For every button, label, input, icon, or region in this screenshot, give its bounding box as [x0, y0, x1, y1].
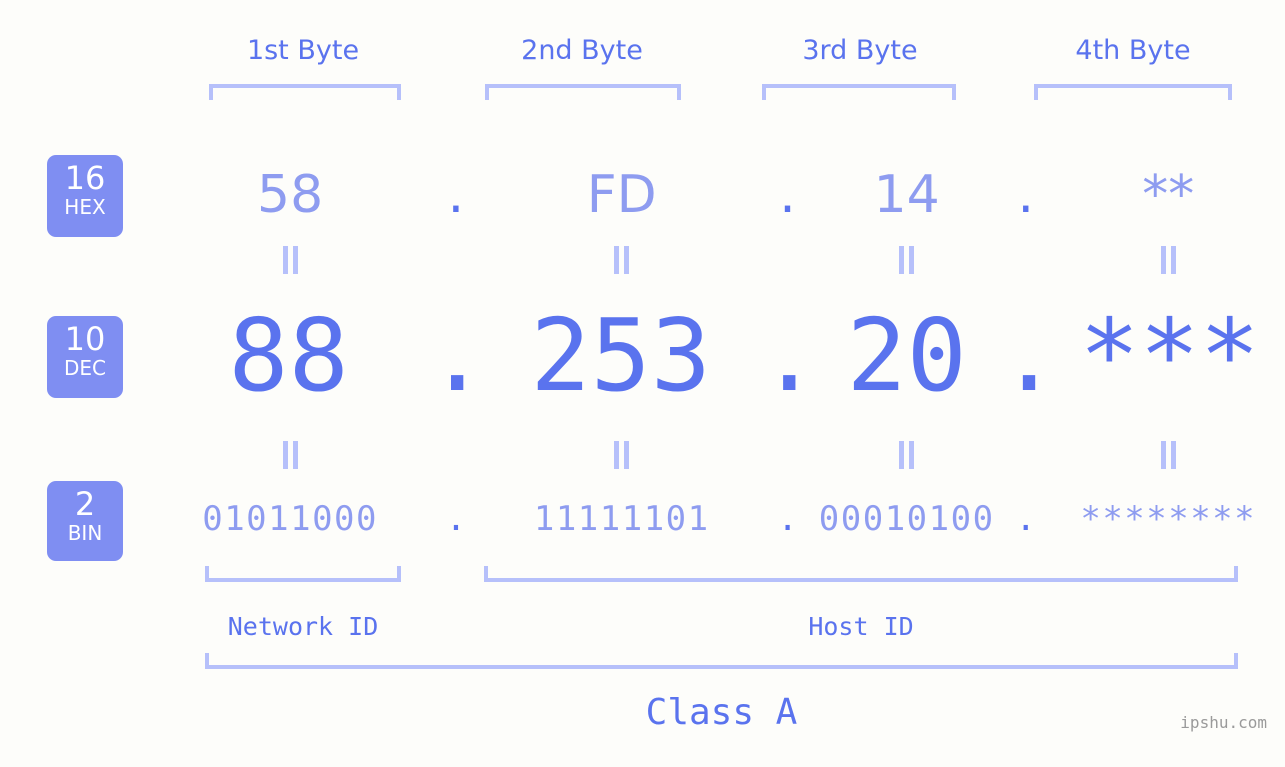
equals-icon: [899, 246, 915, 274]
class-label: Class A: [645, 692, 798, 733]
dec-value-row: 88 . 253 . 20 . ***: [150, 296, 1285, 416]
dec-byte-2: 253: [530, 297, 712, 414]
byte-bracket-2: [485, 84, 681, 100]
bin-separator-2: .: [777, 499, 798, 539]
hex-byte-2: FD: [586, 165, 657, 225]
bin-byte-2: 11111101: [533, 499, 710, 539]
hex-separator-3: .: [1017, 165, 1035, 225]
byte-bracket-3: [762, 84, 956, 100]
equality-marks-dec-bin: [150, 441, 1285, 469]
bin-separator-3: .: [1015, 499, 1036, 539]
equality-marks-hex-dec: [150, 246, 1285, 274]
hex-separator-2: .: [779, 165, 796, 225]
equals-icon: [899, 441, 915, 469]
bin-byte-1: 01011000: [202, 499, 378, 539]
base-badge-bin: 2 BIN: [47, 481, 123, 561]
dec-separator-2: .: [759, 297, 820, 414]
equals-icon: [282, 441, 298, 469]
class-bracket: [205, 653, 1238, 669]
bin-value-row: 01011000 . 11111101 . 00010100 . *******…: [150, 484, 1285, 554]
dec-separator-3: .: [999, 297, 1060, 414]
byte-header-3: 3rd Byte: [802, 35, 918, 66]
hex-separator-1: .: [447, 165, 465, 225]
bin-byte-4: ********: [1080, 499, 1257, 539]
base-badge-bin-number: 2: [74, 485, 96, 523]
byte-bracket-4: [1034, 84, 1232, 100]
hex-byte-3: 14: [873, 165, 940, 225]
bin-separator-1: .: [445, 499, 467, 539]
dec-byte-3: 20: [846, 297, 967, 414]
site-watermark: ipshu.com: [1180, 713, 1267, 732]
equals-icon: [282, 246, 298, 274]
base-badge-hex-system: HEX: [64, 195, 106, 219]
base-badge-dec-system: DEC: [63, 356, 106, 380]
base-badge-hex-number: 16: [64, 159, 106, 197]
dec-separator-1: .: [427, 297, 488, 414]
byte-bracket-1: [209, 84, 401, 100]
byte-header-4: 4th Byte: [1075, 35, 1191, 66]
dec-byte-1: 88: [228, 297, 349, 414]
hex-byte-4: **: [1142, 165, 1195, 225]
byte-header-1: 1st Byte: [246, 35, 360, 66]
byte-header-2: 2nd Byte: [521, 35, 643, 66]
base-badge-dec: 10 DEC: [47, 316, 123, 398]
ip-address-breakdown-diagram: 1st Byte 2nd Byte 3rd Byte 4th Byte 16 H…: [0, 0, 1285, 767]
host-id-label: Host ID: [808, 612, 914, 641]
base-badge-dec-number: 10: [64, 320, 106, 358]
base-badge-bin-system: BIN: [67, 521, 103, 545]
equals-icon: [1160, 441, 1176, 469]
equals-icon: [614, 441, 630, 469]
hex-byte-1: 58: [257, 165, 324, 225]
hex-value-row: 58 . FD . 14 . **: [150, 150, 1285, 240]
bin-byte-3: 00010100: [818, 499, 995, 539]
equals-icon: [1160, 246, 1176, 274]
host-id-bracket: [484, 566, 1238, 582]
dec-byte-4: ***: [1079, 297, 1260, 414]
equals-icon: [614, 246, 630, 274]
network-id-bracket: [205, 566, 401, 582]
network-id-label: Network ID: [227, 612, 379, 641]
base-badge-hex: 16 HEX: [47, 155, 123, 237]
